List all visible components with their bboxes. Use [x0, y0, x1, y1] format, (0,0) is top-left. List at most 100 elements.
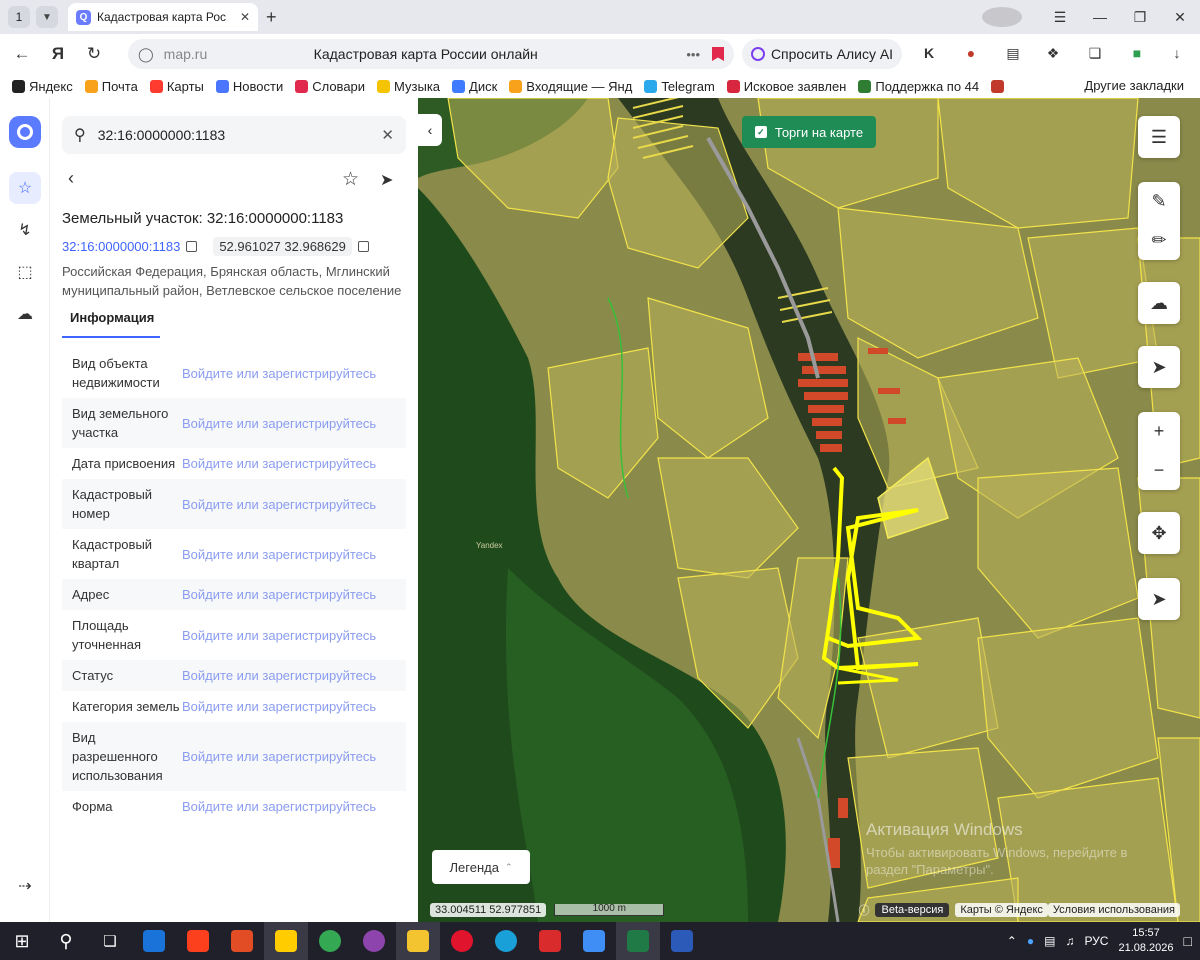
login-link[interactable]: Войдите или зарегистрируйтесь — [182, 699, 406, 714]
share-map-button[interactable]: ➤ — [1138, 346, 1180, 388]
auctions-toggle-button[interactable]: ✓ Торги на карте — [742, 116, 876, 148]
cloud-icon[interactable]: ☁ — [9, 298, 41, 330]
login-link[interactable]: Войдите или зарегистрируйтесь — [182, 628, 406, 643]
zoom-out-icon[interactable]: − — [1154, 460, 1165, 481]
favorites-star-icon[interactable]: ☆ — [9, 172, 41, 204]
extension-doll-icon[interactable]: ● — [960, 42, 982, 64]
downloads-icon[interactable]: ↓ — [1166, 42, 1188, 64]
other-bookmarks[interactable]: Другие закладки — [1084, 78, 1184, 93]
legend-button[interactable]: Легенда ⌃ — [432, 850, 530, 884]
yandex-home-icon[interactable]: Я — [40, 44, 76, 64]
cadastral-search-input[interactable]: ⚲ 32:16:0000000:1183 ✕ — [62, 116, 406, 154]
login-link[interactable]: Войдите или зарегистрируйтесь — [182, 749, 406, 764]
login-link[interactable]: Войдите или зарегистрируйтесь — [182, 366, 406, 381]
extension-k-icon[interactable]: K — [918, 42, 940, 64]
collections-icon[interactable]: ❏ — [1084, 42, 1106, 64]
info-icon[interactable]: ⓘ — [858, 902, 869, 918]
add-favorite-star-icon[interactable]: ☆ — [342, 168, 359, 191]
close-tab-icon[interactable]: ✕ — [240, 10, 250, 24]
ccleaner-taskbar-button[interactable] — [220, 922, 264, 960]
browser-menu-icon[interactable]: ☰ — [1040, 9, 1080, 26]
bookmark-item[interactable]: Диск — [452, 79, 497, 94]
bookmark-item[interactable]: Музыка — [377, 79, 440, 94]
login-link[interactable]: Войдите или зарегистрируйтесь — [182, 587, 406, 602]
route-icon[interactable]: ↯ — [9, 214, 41, 246]
copy-number-icon[interactable] — [186, 241, 198, 252]
excel-taskbar-button[interactable] — [616, 922, 660, 960]
profile-avatar-icon[interactable] — [982, 7, 1022, 27]
login-icon[interactable]: ⇢ — [9, 870, 41, 902]
login-link[interactable]: Войдите или зарегистрируйтесь — [182, 456, 406, 471]
back-chevron-icon[interactable]: ‹ — [68, 168, 74, 189]
tab-list-chevron-icon[interactable]: ▼ — [36, 6, 58, 28]
clear-search-icon[interactable]: ✕ — [381, 126, 394, 144]
browser-tab[interactable]: Q Кадастровая карта Рос ✕ — [68, 3, 258, 31]
ruler-pencil-icon[interactable]: ✎ — [1151, 191, 1166, 212]
login-link[interactable]: Войдите или зарегистрируйтесь — [182, 547, 406, 562]
search-icon[interactable]: ⚲ — [44, 922, 88, 960]
move-map-button[interactable]: ✥ — [1138, 512, 1180, 554]
language-indicator[interactable]: РУС — [1084, 934, 1108, 948]
bookmark-item[interactable]: Telegram — [644, 79, 715, 94]
login-link[interactable]: Войдите или зарегистрируйтесь — [182, 497, 406, 512]
layers-button[interactable]: ☰ — [1138, 116, 1180, 158]
close-window-icon[interactable]: ✕ — [1160, 9, 1200, 26]
minimize-icon[interactable]: — — [1080, 9, 1120, 25]
opera-taskbar-button[interactable] — [440, 922, 484, 960]
bookmark-item[interactable] — [991, 79, 1008, 93]
bookmark-item[interactable]: Исковое заявлен — [726, 79, 846, 94]
copy-coords-icon[interactable] — [357, 241, 369, 252]
notifications-icon[interactable]: □ — [1184, 933, 1192, 949]
extensions-puzzle-icon[interactable]: ❖ — [1042, 42, 1064, 64]
cadastral-map[interactable]: Yandex ‹ ✓ Торги на карте ☰ ✎ ✏ ☁ ➤ + − … — [418, 98, 1200, 922]
bookmark-icon[interactable] — [712, 47, 724, 61]
back-arrow-icon[interactable]: ← — [4, 44, 40, 64]
bookmark-item[interactable]: Почта — [84, 79, 138, 94]
share-icon[interactable]: ➤ — [380, 170, 393, 190]
more-dots-icon[interactable]: ••• — [686, 47, 700, 62]
bookmark-item[interactable]: Словари — [295, 79, 365, 94]
collapse-panel-chevron-icon[interactable]: ‹ — [418, 114, 442, 146]
address-bar[interactable]: ◯ map.ru Кадастровая карта России онлайн… — [128, 39, 734, 69]
store-taskbar-button[interactable] — [572, 922, 616, 960]
locate-me-button[interactable]: ➤ — [1138, 578, 1180, 620]
volume-icon[interactable]: ♫ — [1065, 934, 1074, 948]
tray-app-icon[interactable]: ● — [1027, 934, 1034, 948]
edit-icon[interactable]: ✏ — [1151, 230, 1166, 251]
reload-icon[interactable]: ↻ — [76, 44, 112, 64]
explorer-taskbar-button[interactable] — [396, 922, 440, 960]
extension-green-icon[interactable]: ■ — [1126, 42, 1148, 64]
chrome-taskbar-button[interactable] — [308, 922, 352, 960]
app-logo-icon[interactable] — [9, 116, 41, 148]
start-windows-icon[interactable]: ⊞ — [0, 922, 44, 960]
area-select-icon[interactable]: ⬚ — [9, 256, 41, 288]
network-icon[interactable]: ▤ — [1044, 934, 1055, 948]
bookmark-item[interactable]: Карты — [149, 79, 204, 94]
bookmark-item[interactable]: Входящие — Янд — [509, 79, 632, 94]
clock[interactable]: 15:57 21.08.2026 — [1118, 926, 1173, 956]
ask-alice-button[interactable]: Спросить Алису AI — [742, 39, 902, 69]
login-link[interactable]: Войдите или зарегистрируйтесь — [182, 416, 406, 431]
bookmark-item[interactable]: Яндекс — [12, 79, 73, 94]
upload-cloud-button[interactable]: ☁ — [1138, 282, 1180, 324]
tab-count-badge[interactable]: 1 — [8, 6, 30, 28]
attribution-text[interactable]: Карты © Яндекс — [955, 903, 1048, 917]
maximize-icon[interactable]: ❐ — [1120, 9, 1160, 26]
cadastral-number-link[interactable]: 32:16:0000000:1183 — [62, 239, 180, 254]
new-tab-icon[interactable]: + — [266, 7, 277, 28]
yandex-browser-taskbar-button[interactable] — [264, 922, 308, 960]
tray-chevron-icon[interactable]: ⌃ — [1007, 934, 1017, 948]
site-security-icon[interactable]: ◯ — [138, 46, 154, 63]
login-link[interactable]: Войдите или зарегистрируйтесь — [182, 799, 406, 814]
wps-taskbar-button[interactable] — [528, 922, 572, 960]
edge-taskbar-button[interactable] — [484, 922, 528, 960]
zoom-in-icon[interactable]: + — [1154, 421, 1165, 442]
outlook-taskbar-button[interactable] — [132, 922, 176, 960]
terms-link[interactable]: Условия использования — [1047, 903, 1180, 917]
login-link[interactable]: Войдите или зарегистрируйтесь — [182, 668, 406, 683]
bookmark-item[interactable]: Поддержка по 44 — [858, 79, 979, 94]
browser-alt-taskbar-button[interactable] — [352, 922, 396, 960]
word-taskbar-button[interactable] — [660, 922, 704, 960]
yandex-taskbar-button[interactable] — [176, 922, 220, 960]
extension-disk-icon[interactable]: ▤ — [1002, 42, 1024, 64]
